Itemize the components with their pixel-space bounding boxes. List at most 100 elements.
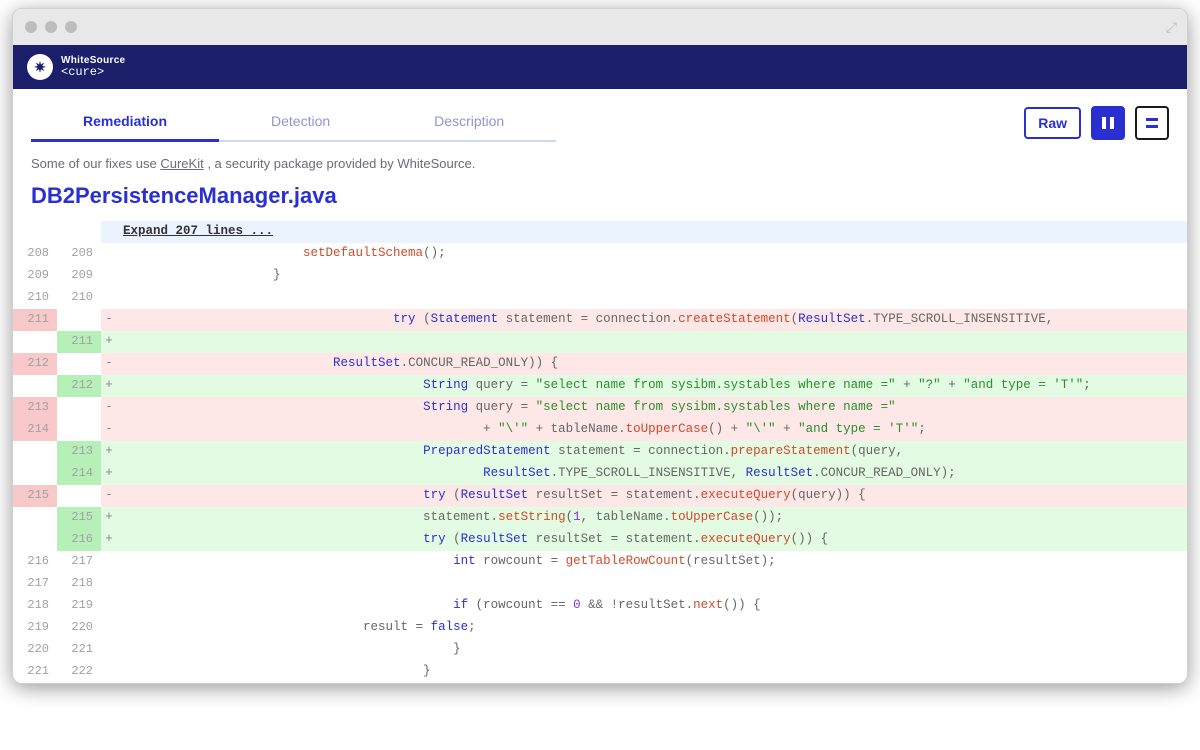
diff-sign bbox=[101, 265, 117, 287]
tab-detection[interactable]: Detection bbox=[219, 103, 382, 142]
diff-view: Expand 207 lines ... 208208 setDefaultSc… bbox=[13, 221, 1187, 683]
gutter-new bbox=[57, 419, 101, 441]
gutter-old: 219 bbox=[13, 617, 57, 639]
brand-text: WhiteSource <cure> bbox=[61, 56, 125, 78]
tabs: Remediation Detection Description bbox=[31, 103, 556, 142]
diff-line: 212+ String query = "select name from sy… bbox=[13, 375, 1187, 397]
diff-sign bbox=[101, 617, 117, 639]
gutter-new bbox=[57, 397, 101, 419]
code-cell: if (rowcount == 0 && !resultSet.next()) … bbox=[117, 595, 1187, 617]
gutter-old: 211 bbox=[13, 309, 57, 331]
rows-view-icon[interactable] bbox=[1135, 106, 1169, 140]
gutter-new: 210 bbox=[57, 287, 101, 309]
diff-line: 210210 bbox=[13, 287, 1187, 309]
gutter-old: 215 bbox=[13, 485, 57, 507]
expand-row[interactable]: Expand 207 lines ... bbox=[13, 221, 1187, 243]
gutter-old: 218 bbox=[13, 595, 57, 617]
diff-line: 220221 } bbox=[13, 639, 1187, 661]
hint-prefix: Some of our fixes use bbox=[31, 156, 160, 171]
expand-window-icon[interactable]: ⤢ bbox=[1166, 19, 1177, 36]
maximize-icon[interactable] bbox=[65, 21, 77, 33]
gutter-new: 221 bbox=[57, 639, 101, 661]
diff-line: 214+ ResultSet.TYPE_SCROLL_INSENSITIVE, … bbox=[13, 463, 1187, 485]
gutter-new: 213 bbox=[57, 441, 101, 463]
gutter-new: 215 bbox=[57, 507, 101, 529]
gutter-new bbox=[57, 485, 101, 507]
diff-sign: - bbox=[101, 397, 117, 419]
gutter-old: 221 bbox=[13, 661, 57, 683]
code-cell: setDefaultSchema(); bbox=[117, 243, 1187, 265]
diff-sign: - bbox=[101, 309, 117, 331]
code-cell: PreparedStatement statement = connection… bbox=[117, 441, 1187, 463]
diff-sign bbox=[101, 287, 117, 309]
diff-sign bbox=[101, 243, 117, 265]
raw-button[interactable]: Raw bbox=[1024, 107, 1081, 139]
gutter-new bbox=[57, 353, 101, 375]
close-icon[interactable] bbox=[25, 21, 37, 33]
tab-description[interactable]: Description bbox=[382, 103, 556, 142]
columns-view-icon[interactable] bbox=[1091, 106, 1125, 140]
gutter-old bbox=[13, 441, 57, 463]
gutter-old: 217 bbox=[13, 573, 57, 595]
diff-sign: + bbox=[101, 441, 117, 463]
window-titlebar: ⤢ bbox=[13, 9, 1187, 45]
code-cell: String query = "select name from sysibm.… bbox=[117, 397, 1187, 419]
diff-sign: + bbox=[101, 463, 117, 485]
gutter-old: 209 bbox=[13, 265, 57, 287]
gutter-old: 216 bbox=[13, 551, 57, 573]
diff-sign: + bbox=[101, 331, 117, 353]
gutter-new: 214 bbox=[57, 463, 101, 485]
diff-line: 221222 } bbox=[13, 661, 1187, 683]
diff-sign bbox=[101, 573, 117, 595]
gutter-new: 218 bbox=[57, 573, 101, 595]
code-cell: } bbox=[117, 661, 1187, 683]
diff-sign: - bbox=[101, 485, 117, 507]
diff-line: 215+ statement.setString(1, tableName.to… bbox=[13, 507, 1187, 529]
diff-line: 217218 bbox=[13, 573, 1187, 595]
gutter-old: 220 bbox=[13, 639, 57, 661]
code-cell: } bbox=[117, 639, 1187, 661]
brand-bar: ✷ WhiteSource <cure> bbox=[13, 45, 1187, 89]
code-cell bbox=[117, 287, 1187, 309]
gutter-old bbox=[13, 331, 57, 353]
code-cell: } bbox=[117, 265, 1187, 287]
diff-sign bbox=[101, 639, 117, 661]
brand-logo-icon: ✷ bbox=[27, 54, 53, 80]
brand-bottom: <cure> bbox=[61, 66, 125, 78]
tab-remediation[interactable]: Remediation bbox=[31, 103, 219, 142]
code-cell bbox=[117, 331, 1187, 353]
code-cell: statement.setString(1, tableName.toUpper… bbox=[117, 507, 1187, 529]
hint-text: Some of our fixes use CureKit , a securi… bbox=[13, 142, 1187, 177]
expand-label: Expand 207 lines ... bbox=[117, 221, 1187, 243]
code-cell: ResultSet.CONCUR_READ_ONLY)) { bbox=[117, 353, 1187, 375]
code-cell: try (ResultSet resultSet = statement.exe… bbox=[117, 485, 1187, 507]
minimize-icon[interactable] bbox=[45, 21, 57, 33]
diff-line: 215 - try (ResultSet resultSet = statemen… bbox=[13, 485, 1187, 507]
diff-line: 208208 setDefaultSchema(); bbox=[13, 243, 1187, 265]
diff-sign: - bbox=[101, 353, 117, 375]
diff-line: 212 - ResultSet.CONCUR_READ_ONLY)) { bbox=[13, 353, 1187, 375]
diff-line: 213 - String query = "select name from sy… bbox=[13, 397, 1187, 419]
gutter-new: 216 bbox=[57, 529, 101, 551]
diff-sign bbox=[101, 595, 117, 617]
hint-suffix: , a security package provided by WhiteSo… bbox=[204, 156, 476, 171]
diff-sign: + bbox=[101, 507, 117, 529]
code-cell: ResultSet.TYPE_SCROLL_INSENSITIVE, Resul… bbox=[117, 463, 1187, 485]
gutter-old: 213 bbox=[13, 397, 57, 419]
code-cell: try (ResultSet resultSet = statement.exe… bbox=[117, 529, 1187, 551]
code-cell bbox=[117, 573, 1187, 595]
file-title: DB2PersistenceManager.java bbox=[13, 177, 1187, 221]
gutter-new: 220 bbox=[57, 617, 101, 639]
gutter-new: 212 bbox=[57, 375, 101, 397]
code-cell: + "\'" + tableName.toUpperCase() + "\'" … bbox=[117, 419, 1187, 441]
diff-line: 209209 } bbox=[13, 265, 1187, 287]
diff-line: 211- try (Statement statement = connecti… bbox=[13, 309, 1187, 331]
code-cell: int rowcount = getTableRowCount(resultSe… bbox=[117, 551, 1187, 573]
diff-line: 211+ bbox=[13, 331, 1187, 353]
gutter-new: 209 bbox=[57, 265, 101, 287]
curekit-link[interactable]: CureKit bbox=[160, 156, 203, 171]
gutter-old bbox=[13, 507, 57, 529]
diff-sign: - bbox=[101, 419, 117, 441]
diff-sign bbox=[101, 661, 117, 683]
gutter-old: 212 bbox=[13, 353, 57, 375]
